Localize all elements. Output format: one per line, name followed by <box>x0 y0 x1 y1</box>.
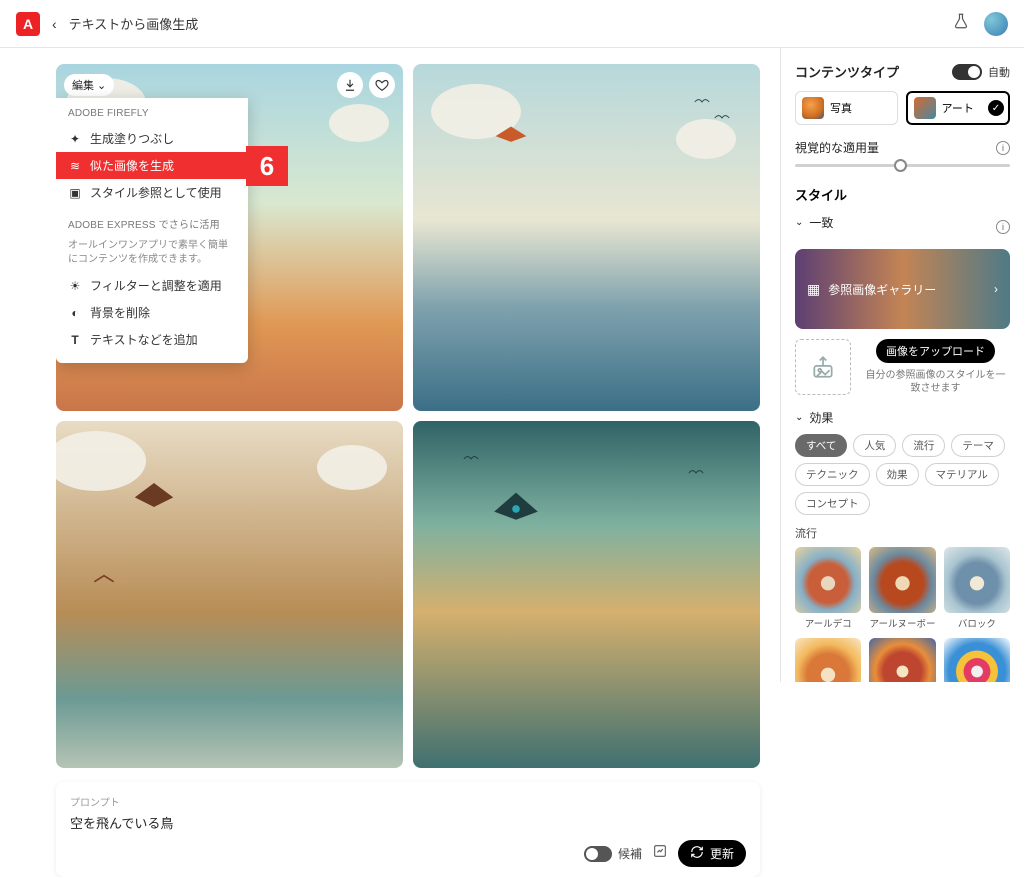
grid-icon: ▦ <box>807 281 820 298</box>
menu-generate-similar[interactable]: ≋似た画像を生成 6 <box>56 152 248 179</box>
info-icon[interactable]: i <box>996 141 1010 155</box>
upload-dropzone[interactable] <box>795 339 851 395</box>
menu-use-as-style-ref[interactable]: ▣スタイル参照として使用 <box>56 179 248 206</box>
chip-technique[interactable]: テクニック <box>795 463 870 486</box>
chip-all[interactable]: すべて <box>795 434 847 457</box>
generated-image-2[interactable] <box>413 64 760 411</box>
generated-image-1[interactable]: 編集⌄ ADOBE FIREFLY ✦生成塗りつぶし ≋似た画像を生成 6 ▣ス… <box>56 64 403 411</box>
content-type-photo[interactable]: 写真 <box>795 91 898 125</box>
menu-generative-fill[interactable]: ✦生成塗りつぶし <box>56 125 248 152</box>
style-match-toggle[interactable]: ⌄一致 <box>795 214 833 231</box>
app-header: A ‹ テキストから画像生成 <box>0 0 1024 48</box>
prompt-settings-icon[interactable] <box>652 843 668 864</box>
style-preset-6[interactable] <box>944 638 1010 682</box>
chip-concept[interactable]: コンセプト <box>795 492 870 515</box>
suggestions-toggle[interactable]: 候補 <box>584 845 642 862</box>
chevron-down-icon: ⌄ <box>795 217 803 228</box>
menu-apply-filters[interactable]: ☀フィルターと調整を適用 <box>56 272 248 299</box>
style-section-title: スタイル <box>795 185 1010 204</box>
erase-icon: ◐ <box>68 306 82 320</box>
favorite-button[interactable] <box>369 72 395 98</box>
page-title: テキストから画像生成 <box>69 14 199 33</box>
refresh-icon <box>690 845 704 862</box>
edit-menu-button[interactable]: 編集⌄ <box>64 74 114 96</box>
style-art-deco[interactable]: アールデコ <box>795 547 861 630</box>
menu-section-firefly: ADOBE FIREFLY <box>56 104 248 125</box>
adjust-icon: ☀ <box>68 279 82 293</box>
side-panel: コンテンツタイプ 自動 写真 アート✓ 視覚的な適用量i スタイル ⌄一致 i … <box>780 48 1024 682</box>
image-grid: 編集⌄ ADOBE FIREFLY ✦生成塗りつぶし ≋似た画像を生成 6 ▣ス… <box>56 64 760 768</box>
text-icon: T <box>68 333 82 347</box>
generate-button[interactable]: 更新 <box>678 840 746 867</box>
chip-popular[interactable]: 人気 <box>853 434 896 457</box>
menu-remove-background[interactable]: ◐背景を削除 <box>56 299 248 326</box>
chip-material[interactable]: マテリアル <box>925 463 999 486</box>
reference-gallery-card[interactable]: ▦参照画像ギャラリー › <box>795 249 1010 329</box>
info-icon[interactable]: i <box>996 220 1010 234</box>
chevron-down-icon: ⌄ <box>97 79 106 92</box>
download-button[interactable] <box>337 72 363 98</box>
back-button[interactable]: ‹ <box>52 16 57 32</box>
content-type-art[interactable]: アート✓ <box>906 91 1011 125</box>
layers-icon: ≋ <box>68 159 82 173</box>
visual-intensity-label: 視覚的な適用量 <box>795 139 879 156</box>
adobe-logo: A <box>16 12 40 36</box>
generated-image-3[interactable] <box>56 421 403 768</box>
upload-hint: 自分の参照画像のスタイルを一致させます <box>861 369 1010 395</box>
menu-express-description: オールインワンアプリで素早く簡単にコンテンツを作成できます。 <box>56 237 248 272</box>
style-preset-4[interactable] <box>795 638 861 682</box>
menu-section-express: ADOBE EXPRESS でさらに活用 <box>56 212 248 237</box>
sparkle-icon: ✦ <box>68 132 82 146</box>
annotation-callout: 6 <box>246 146 288 186</box>
check-icon: ✓ <box>988 100 1004 116</box>
edit-context-menu: ADOBE FIREFLY ✦生成塗りつぶし ≋似た画像を生成 6 ▣スタイル参… <box>56 98 248 363</box>
prompt-text[interactable]: 空を飛んでいる鳥 <box>70 813 746 832</box>
chip-trending[interactable]: 流行 <box>902 434 945 457</box>
visual-intensity-slider[interactable] <box>795 164 1010 167</box>
labs-icon[interactable] <box>952 12 970 35</box>
chevron-down-icon: ⌄ <box>795 412 803 423</box>
style-baroque[interactable]: バロック <box>944 547 1010 630</box>
prompt-label: プロンプト <box>70 794 746 809</box>
canvas-area: 編集⌄ ADOBE FIREFLY ✦生成塗りつぶし ≋似た画像を生成 6 ▣ス… <box>0 48 780 682</box>
style-preset-5[interactable] <box>869 638 935 682</box>
chip-effect[interactable]: 効果 <box>876 463 919 486</box>
effect-filter-chips: すべて 人気 流行 テーマ テクニック 効果 マテリアル コンセプト <box>795 434 1010 515</box>
trend-label: 流行 <box>795 525 1010 541</box>
generated-image-4[interactable] <box>413 421 760 768</box>
content-type-label: コンテンツタイプ <box>795 62 899 81</box>
upload-image-button[interactable]: 画像をアップロード <box>876 339 995 363</box>
chip-theme[interactable]: テーマ <box>951 434 1005 457</box>
chevron-right-icon: › <box>994 282 998 296</box>
menu-add-text[interactable]: Tテキストなどを追加 <box>56 326 248 353</box>
style-art-nouveau[interactable]: アールヌーボー <box>869 547 935 630</box>
prompt-bar: プロンプト 空を飛んでいる鳥 候補 更新 <box>56 782 760 877</box>
image-icon: ▣ <box>68 186 82 200</box>
user-avatar[interactable] <box>984 12 1008 36</box>
effects-toggle[interactable]: ⌄効果 <box>795 409 1010 426</box>
auto-toggle[interactable]: 自動 <box>952 64 1010 80</box>
